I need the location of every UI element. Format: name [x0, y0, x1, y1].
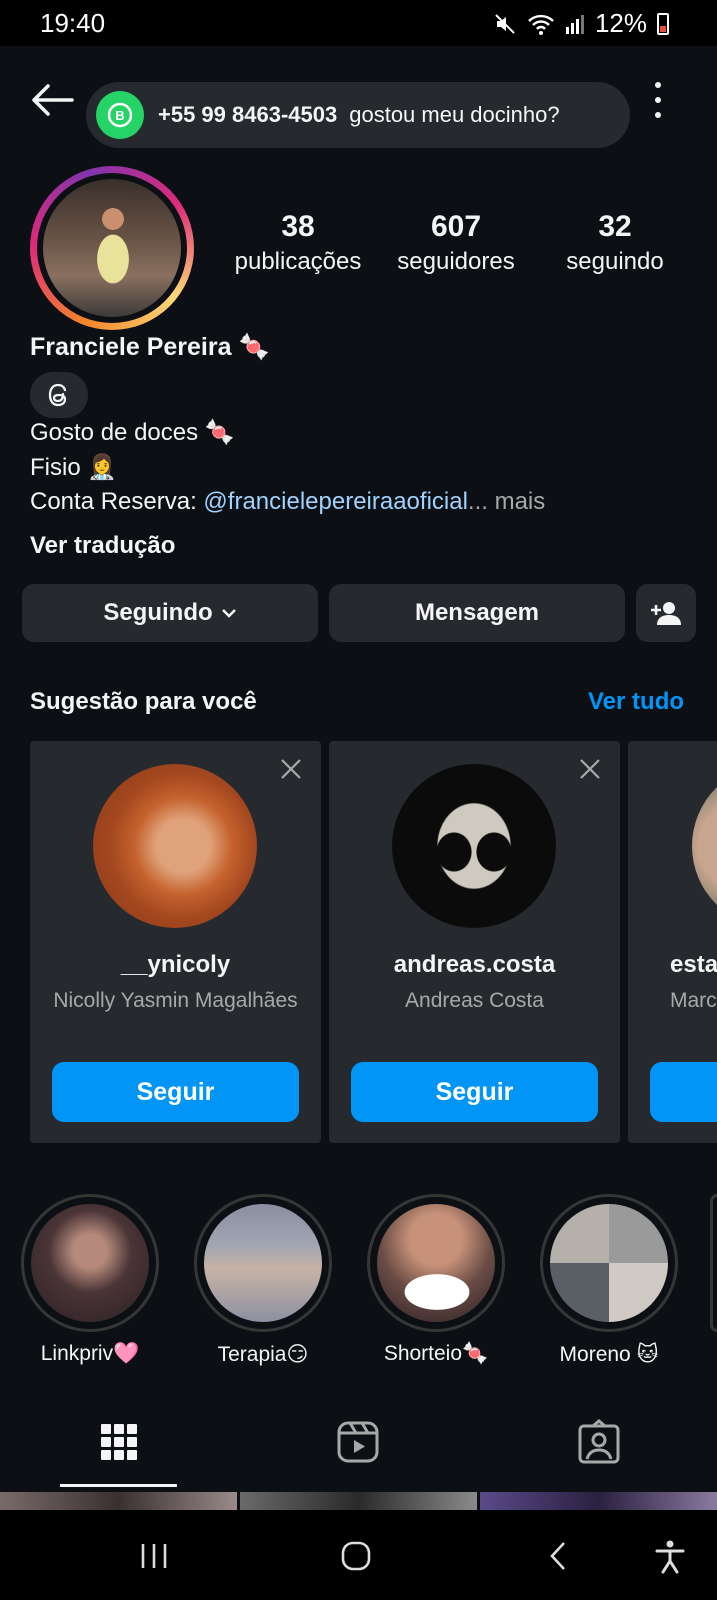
story-highlight[interactable]: Moreno 🐱 — [539, 1194, 679, 1367]
active-tab-indicator — [60, 1484, 177, 1487]
more-dot-icon — [655, 112, 661, 118]
reels-icon[interactable] — [334, 1418, 382, 1466]
suggestion-username[interactable]: esta — [670, 951, 717, 979]
message-button[interactable]: Mensagem — [329, 584, 625, 642]
status-icons: 12% — [493, 8, 669, 39]
suggestion-full-name: Nicolly Yasmin Magalhães — [53, 989, 298, 1012]
highlight-label: Linkpriv🩷 — [40, 1342, 140, 1365]
close-icon[interactable] — [277, 755, 305, 783]
follow-button[interactable] — [650, 1062, 717, 1122]
accessibility-icon[interactable] — [654, 1540, 686, 1574]
suggestion-card[interactable]: andreas.costa Andreas Costa Seguir — [329, 741, 620, 1143]
stat-label: seguindo — [566, 248, 664, 275]
whatsapp-link-banner[interactable]: B +55 99 8463-4503 gostou meu docinho? — [86, 82, 630, 148]
highlight-label: Moreno 🐱 — [559, 1343, 659, 1366]
story-highlight[interactable]: Terapia😏 — [193, 1194, 333, 1367]
stat-posts[interactable]: 38 publicações — [228, 210, 368, 276]
highlight-label: Terapia😏 — [217, 1343, 309, 1366]
suggestion-full-name: Andreas Costa — [405, 989, 544, 1012]
svg-text:B: B — [115, 108, 124, 123]
system-navigation-bar — [0, 1510, 717, 1600]
suggestion-username[interactable]: andreas.costa — [329, 951, 620, 979]
story-highlight[interactable]: Shorteio🍬 — [366, 1194, 506, 1366]
following-label: Seguindo — [103, 599, 213, 626]
stat-following[interactable]: 32 seguindo — [545, 210, 685, 276]
back-nav-icon[interactable] — [546, 1540, 570, 1572]
bio-line: Fisio 👩‍⚕️ — [30, 454, 118, 481]
profile-name: Franciele Pereira 🍬 — [30, 333, 270, 361]
story-highlight[interactable]: Linkpriv🩷 — [20, 1194, 160, 1366]
back-button[interactable] — [28, 80, 76, 120]
tagged-icon[interactable] — [575, 1418, 623, 1466]
post-thumbnail[interactable] — [480, 1492, 717, 1510]
whatsapp-business-icon: B — [96, 91, 144, 139]
following-button[interactable]: Seguindo — [22, 584, 318, 642]
stat-value: 607 — [430, 210, 482, 243]
see-translation-link[interactable]: Ver tradução — [30, 532, 175, 560]
suggest-users-button[interactable] — [636, 584, 696, 642]
stat-value: 32 — [598, 210, 632, 243]
battery-icon — [657, 12, 669, 35]
follow-button[interactable]: Seguir — [52, 1062, 299, 1122]
battery-percent: 12% — [594, 8, 647, 38]
grid-icon[interactable] — [95, 1418, 143, 1466]
posts-grid — [0, 1492, 717, 1510]
bio-mention-link[interactable]: @francielepereiraaoficial — [203, 488, 468, 515]
more-dot-icon — [655, 82, 661, 88]
recent-apps-icon[interactable] — [138, 1540, 170, 1572]
add-user-icon — [651, 602, 681, 625]
whatsapp-phone: +55 99 8463-4503 — [158, 102, 338, 127]
arrow-left-icon — [32, 84, 74, 116]
highlight-label: Shorteio🍬 — [383, 1342, 489, 1365]
suggestion-full-name: Marc — [670, 989, 717, 1012]
profile-avatar-story-ring[interactable] — [30, 166, 194, 330]
post-thumbnail[interactable] — [240, 1492, 477, 1510]
threads-icon — [48, 383, 67, 407]
bio-prefix: Conta Reserva: — [30, 488, 204, 515]
bio-line-reserve: Conta Reserva: @francielepereiraaoficial… — [30, 488, 545, 516]
follow-button[interactable]: Seguir — [351, 1062, 598, 1122]
highlight-cover — [550, 1204, 668, 1322]
signal-icon — [565, 14, 584, 34]
message-label: Mensagem — [414, 599, 540, 626]
more-options-button[interactable] — [648, 82, 668, 118]
highlight-cover — [31, 1204, 149, 1322]
suggestion-avatar[interactable] — [692, 764, 717, 928]
bio-line: Gosto de doces 🍬 — [30, 419, 235, 446]
stat-label: seguidores — [397, 248, 515, 275]
stat-value: 38 — [281, 210, 315, 243]
more-dot-icon — [655, 97, 661, 103]
post-thumbnail[interactable] — [0, 1492, 237, 1510]
see-all-link[interactable]: Ver tudo — [588, 688, 684, 716]
close-icon[interactable] — [576, 755, 604, 783]
story-highlight-partial[interactable] — [710, 1194, 717, 1332]
stat-label: publicações — [234, 248, 362, 275]
suggestions-title: Sugestão para você — [30, 688, 257, 715]
stat-followers[interactable]: 607 seguidores — [386, 210, 526, 276]
highlight-cover — [377, 1204, 495, 1322]
suggestion-avatar[interactable] — [392, 764, 556, 928]
wifi-icon — [528, 14, 554, 35]
status-time: 19:40 — [40, 8, 106, 38]
mute-icon — [495, 13, 515, 34]
threads-link-button[interactable] — [30, 372, 88, 418]
highlight-cover — [204, 1204, 322, 1322]
bio-more-link[interactable]: ... mais — [468, 488, 545, 515]
chevron-down-icon — [221, 609, 236, 618]
whatsapp-message: gostou meu docinho? — [349, 102, 560, 127]
suggestion-card[interactable]: __ynicoly Nicolly Yasmin Magalhães Segui… — [30, 741, 321, 1143]
suggestion-avatar[interactable] — [93, 764, 257, 928]
profile-tab-bar — [0, 1402, 717, 1488]
home-icon[interactable] — [340, 1540, 372, 1572]
status-bar: 19:40 12% — [0, 0, 717, 46]
suggestion-username[interactable]: __ynicoly — [30, 951, 321, 979]
profile-avatar — [43, 179, 181, 317]
suggestion-card[interactable]: esta Marc — [628, 741, 717, 1143]
